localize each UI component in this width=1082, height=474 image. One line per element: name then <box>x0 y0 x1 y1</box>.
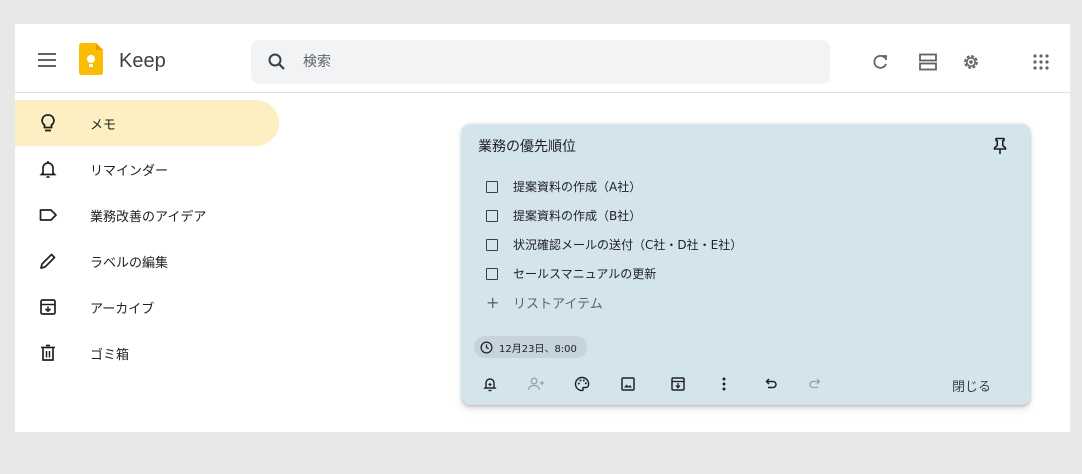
checkbox[interactable] <box>486 180 498 193</box>
sidebar-item-label-ideas[interactable]: 業務改善のアイデア <box>15 192 279 238</box>
list-view-icon <box>919 53 937 71</box>
undo-button[interactable] <box>758 372 782 396</box>
collaborator-button[interactable] <box>524 372 548 396</box>
sidebar-item-edit-labels[interactable]: ラベルの編集 <box>15 238 279 284</box>
note-title[interactable]: 業務の優先順位 <box>478 136 576 156</box>
redo-button[interactable] <box>804 372 828 396</box>
checklist: 提案資料の作成（A社） 提案資料の作成（B社） 状況確認メールの送付（C社・D社… <box>486 172 742 317</box>
list-item-text[interactable]: セールスマニュアルの更新 <box>513 265 656 282</box>
sidebar-item-label: リマインダー <box>90 163 169 179</box>
image-icon <box>621 377 635 391</box>
sidebar-item-label: ラベルの編集 <box>90 255 169 271</box>
label-icon <box>36 203 60 227</box>
clock-icon <box>480 341 493 353</box>
list-item-text[interactable]: 提案資料の作成（B社） <box>513 207 641 224</box>
sidebar-item-label: 業務改善のアイデア <box>90 209 207 225</box>
list-item[interactable]: 状況確認メールの送付（C社・D社・E社） <box>486 230 742 259</box>
sidebar: メモ リマインダー 業務改善のアイデア ラベルの編集 アーカイブ ゴミ箱 <box>15 100 279 376</box>
search-icon[interactable] <box>265 50 289 74</box>
sidebar-item-label: メモ <box>90 117 117 133</box>
checkbox[interactable] <box>486 267 498 280</box>
trash-icon <box>36 341 60 365</box>
add-list-item-label: リストアイテム <box>513 297 603 312</box>
remind-me-button[interactable] <box>478 372 502 396</box>
top-bar: Keep <box>15 24 1070 93</box>
sidebar-item-notes[interactable]: メモ <box>15 100 279 146</box>
add-image-button[interactable] <box>616 372 640 396</box>
list-item[interactable]: 提案資料の作成（A社） <box>486 172 742 201</box>
sidebar-item-reminders[interactable]: リマインダー <box>15 146 279 192</box>
search-bar[interactable] <box>251 40 830 84</box>
list-item-text[interactable]: 提案資料の作成（A社） <box>513 178 641 195</box>
checkbox[interactable] <box>486 238 498 251</box>
lightbulb-icon <box>36 111 60 135</box>
search-input[interactable] <box>303 40 803 84</box>
main-menu-button[interactable] <box>31 44 63 76</box>
list-view-button[interactable] <box>912 46 944 78</box>
archive-button[interactable] <box>666 372 690 396</box>
keep-app: Keep メモ <box>15 24 1070 432</box>
background-options-button[interactable] <box>570 372 594 396</box>
pencil-icon <box>36 249 60 273</box>
list-item-text[interactable]: 状況確認メールの送付（C社・D社・E社） <box>513 236 742 253</box>
hamburger-icon <box>38 53 56 67</box>
settings-button[interactable] <box>955 46 987 78</box>
gear-icon <box>964 55 978 69</box>
apps-grid-icon <box>1033 54 1049 70</box>
reminder-text: 12月23日、8:00 <box>499 343 577 355</box>
add-list-item[interactable]: + リストアイテム <box>486 288 742 317</box>
checkbox[interactable] <box>486 209 498 222</box>
sidebar-item-archive[interactable]: アーカイブ <box>15 284 279 330</box>
close-button[interactable]: 閉じる <box>944 374 999 397</box>
undo-icon <box>765 378 777 389</box>
refresh-icon <box>873 54 887 69</box>
pin-button[interactable] <box>986 132 1014 160</box>
note-toolbar: 閉じる <box>474 370 1022 398</box>
keep-logo-icon <box>79 43 103 75</box>
archive-icon <box>671 377 685 391</box>
reminder-chip[interactable]: 12月23日、8:00 <box>474 336 587 358</box>
plus-icon: + <box>486 292 500 312</box>
palette-icon <box>574 376 590 392</box>
person-add-icon <box>527 377 544 391</box>
more-options-button[interactable] <box>712 372 736 396</box>
sidebar-item-label: ゴミ箱 <box>90 347 130 363</box>
bell-plus-icon <box>483 378 497 392</box>
apps-button[interactable] <box>1025 46 1057 78</box>
sidebar-item-trash[interactable]: ゴミ箱 <box>15 330 279 376</box>
redo-icon <box>809 378 821 389</box>
sidebar-item-label: アーカイブ <box>90 301 155 317</box>
list-item[interactable]: セールスマニュアルの更新 <box>486 259 742 288</box>
note-editor: 業務の優先順位 提案資料の作成（A社） 提案資料の作成（B社） 状況確認メールの… <box>462 124 1030 405</box>
pin-icon <box>993 137 1007 154</box>
app-name: Keep <box>119 50 166 72</box>
bell-icon <box>36 157 60 181</box>
archive-icon <box>36 295 60 319</box>
more-vert-icon <box>722 377 726 391</box>
keep-logo[interactable] <box>79 43 103 75</box>
list-item[interactable]: 提案資料の作成（B社） <box>486 201 742 230</box>
refresh-button[interactable] <box>864 46 896 78</box>
